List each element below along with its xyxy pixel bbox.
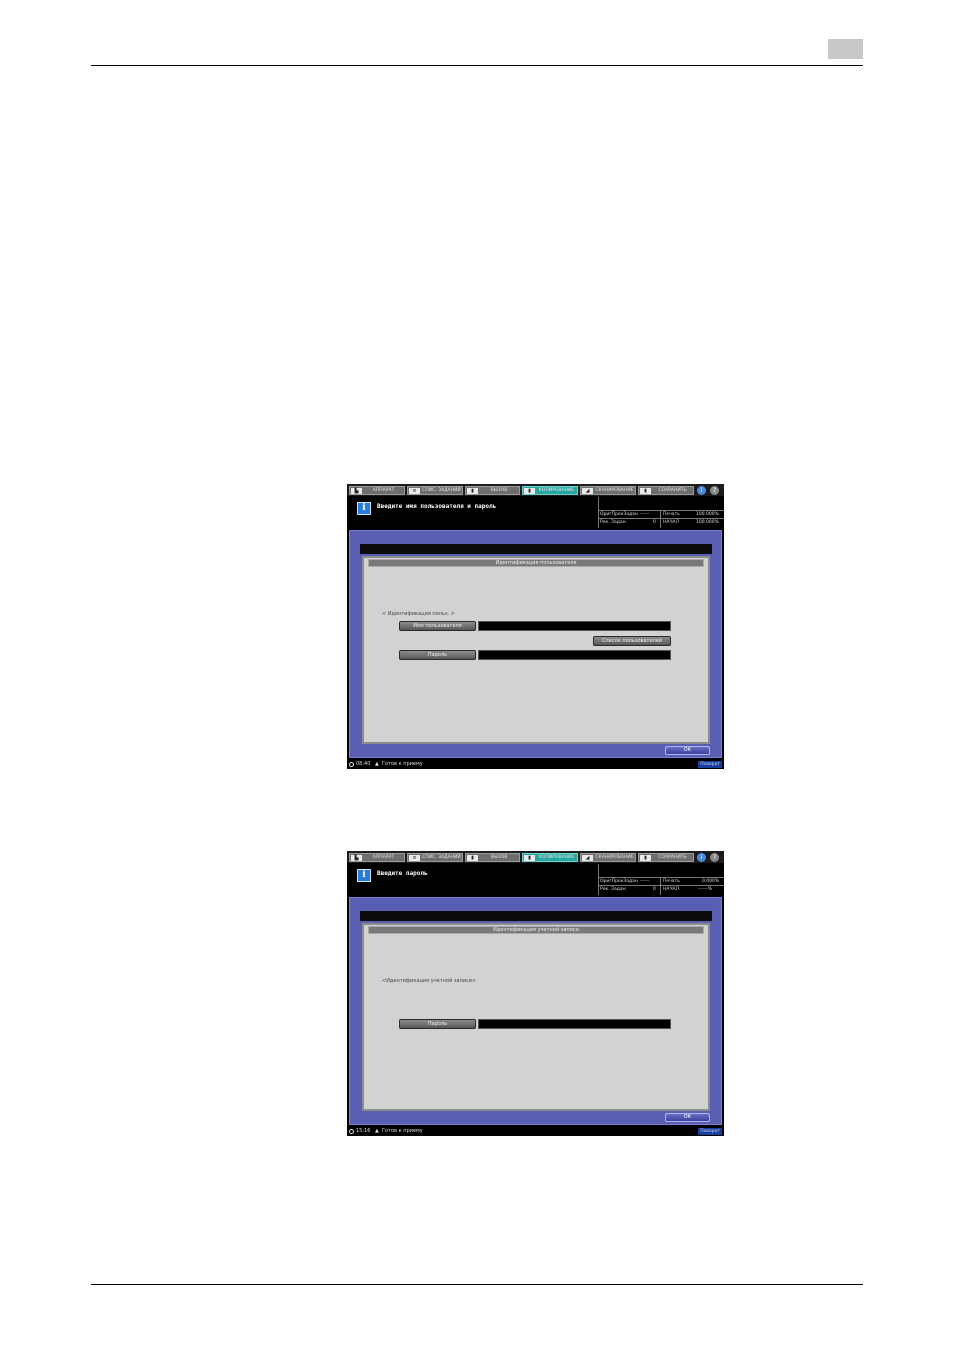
tab-machine[interactable]: ▙ АППАРАТ [349, 853, 405, 862]
frame-titlebar [360, 911, 712, 921]
info-round-icon[interactable]: i [697, 486, 706, 495]
printer-icon: ▲ [375, 761, 379, 767]
list-icon: ≡ [409, 855, 420, 861]
counter-value: 0.000% [702, 879, 720, 884]
copy-icon: ▮ [524, 488, 535, 494]
username-field[interactable] [478, 621, 671, 631]
page-corner-tab [828, 39, 863, 59]
info-icon: i [357, 869, 371, 882]
password-field[interactable] [478, 650, 671, 660]
auth-dialog: Идентификация пользователя < Идентификац… [362, 556, 710, 744]
tab-bar: ▙ АППАРАТ ≡ СПИС. ЗАДАНИЙ ▮ ВЫЗОВ ▮ КОПИРОВА… [347, 484, 724, 496]
counter-label: Рек. Задан. [600, 520, 627, 525]
counter-value: ------ [640, 879, 650, 884]
counter-divider [660, 877, 661, 895]
help-icon[interactable]: ? [710, 853, 719, 862]
username-button[interactable]: Имя пользователя [399, 621, 476, 631]
ok-button[interactable]: ОК [665, 746, 710, 755]
list-icon: ≡ [409, 488, 420, 494]
tab-job-list[interactable]: ≡ СПИС. ЗАДАНИЙ [407, 853, 463, 862]
counter-value: ------% [698, 887, 713, 892]
status-bar: 15:16 ▲ Готов к приему Поворот [347, 1127, 724, 1136]
machine-icon: ▙ [351, 855, 362, 861]
footer-rule [91, 1284, 863, 1285]
counters-panel: ОригПрокЗадан ------ Печать 0.000% Рек. … [598, 864, 724, 895]
tab-copy[interactable]: ▮ КОПИРОВАНИЕ [522, 853, 578, 862]
counters-panel: ОригПрокЗадан ------ Печать 100.000% Рек… [598, 497, 724, 528]
status-text: Готов к приему [382, 761, 423, 767]
main-frame: Идентификация пользователя < Идентификац… [349, 530, 722, 758]
counter-value: 100.000% [696, 512, 719, 517]
status-bar: 08:40 ▲ Готов к приему Поворот [347, 760, 724, 769]
tab-job-list[interactable]: ≡ СПИС. ЗАДАНИЙ [407, 486, 463, 495]
message-area: i Введите имя пользователя и пароль [347, 496, 597, 529]
copy-icon: ▮ [524, 855, 535, 861]
store-icon: ▮ [640, 488, 651, 494]
password-button[interactable]: Пароль [399, 1019, 476, 1029]
tab-copy[interactable]: ▮ КОПИРОВАНИЕ [522, 486, 578, 495]
frame-titlebar [360, 544, 712, 554]
auth-dialog: Идентификация учетной записи <Идентифика… [362, 923, 710, 1111]
clock-icon [349, 762, 354, 767]
section-label: < Идентификация польз. > [382, 611, 455, 617]
scan-icon: ◢ [582, 855, 593, 861]
counter-label: НАЧАЛ [663, 520, 680, 525]
counter-divider [598, 497, 599, 528]
section-label: <Идентификация учетной записи> [382, 978, 477, 984]
counter-value: ------ [640, 512, 650, 517]
store-icon: ▮ [640, 855, 651, 861]
recall-icon: ▮ [467, 855, 478, 861]
counter-value: 0 [653, 887, 656, 892]
message-area: i Введите пароль [347, 863, 597, 896]
tab-scan[interactable]: ◢ СКАНИРОВАНИЕ [580, 853, 636, 862]
screenshot-account-auth: ▙ АППАРАТ ≡ СПИС. ЗАДАНИЙ ▮ ВЫЗОВ ▮ КОПИРОВА… [347, 851, 724, 1136]
help-icon[interactable]: ? [710, 486, 719, 495]
machine-icon: ▙ [351, 488, 362, 494]
rotate-badge[interactable]: Поворот [698, 761, 722, 768]
status-time: 08:40 [356, 761, 371, 767]
counter-label: Печать [663, 879, 680, 884]
info-icon: i [357, 502, 371, 515]
status-time: 15:16 [356, 1128, 371, 1134]
scan-icon: ◢ [582, 488, 593, 494]
tab-scan[interactable]: ◢ СКАНИРОВАНИЕ [580, 486, 636, 495]
dialog-title: Идентификация пользователя [368, 559, 704, 567]
password-button[interactable]: Пароль [399, 650, 476, 660]
header-rule [91, 65, 863, 66]
counter-label: НАЧАЛ [663, 887, 680, 892]
dialog-title: Идентификация учетной записи [368, 926, 704, 934]
password-field[interactable] [478, 1019, 671, 1029]
counter-divider [660, 510, 661, 528]
status-text: Готов к приему [382, 1128, 423, 1134]
main-frame: Идентификация учетной записи <Идентифика… [349, 897, 722, 1125]
info-round-icon[interactable]: i [697, 853, 706, 862]
counter-label: ОригПрокЗадан [600, 512, 638, 517]
clock-icon [349, 1129, 354, 1134]
rotate-badge[interactable]: Поворот [698, 1128, 722, 1135]
counter-value: 0 [653, 520, 656, 525]
message-text: Введите пароль [377, 870, 428, 877]
tab-recall[interactable]: ▮ ВЫЗОВ [465, 486, 520, 495]
printer-icon: ▲ [375, 1128, 379, 1134]
tab-store[interactable]: ▮ СОХРАНИТЬ [638, 486, 694, 495]
ok-button[interactable]: ОК [665, 1113, 710, 1122]
tab-bar: ▙ АППАРАТ ≡ СПИС. ЗАДАНИЙ ▮ ВЫЗОВ ▮ КОПИРОВА… [347, 851, 724, 863]
message-text: Введите имя пользователя и пароль [377, 503, 497, 510]
counter-label: ОригПрокЗадан [600, 879, 638, 884]
screenshot-user-auth: ▙ АППАРАТ ≡ СПИС. ЗАДАНИЙ ▮ ВЫЗОВ ▮ КОПИРОВА… [347, 484, 724, 769]
counter-label: Рек. Задан. [600, 887, 627, 892]
counter-label: Печать [663, 512, 680, 517]
recall-icon: ▮ [467, 488, 478, 494]
tab-store[interactable]: ▮ СОХРАНИТЬ [638, 853, 694, 862]
tab-machine[interactable]: ▙ АППАРАТ [349, 486, 405, 495]
tab-recall[interactable]: ▮ ВЫЗОВ [465, 853, 520, 862]
counter-divider [598, 864, 599, 895]
user-list-button[interactable]: Список пользователей [593, 636, 671, 646]
counter-value: 100.000% [696, 520, 719, 525]
